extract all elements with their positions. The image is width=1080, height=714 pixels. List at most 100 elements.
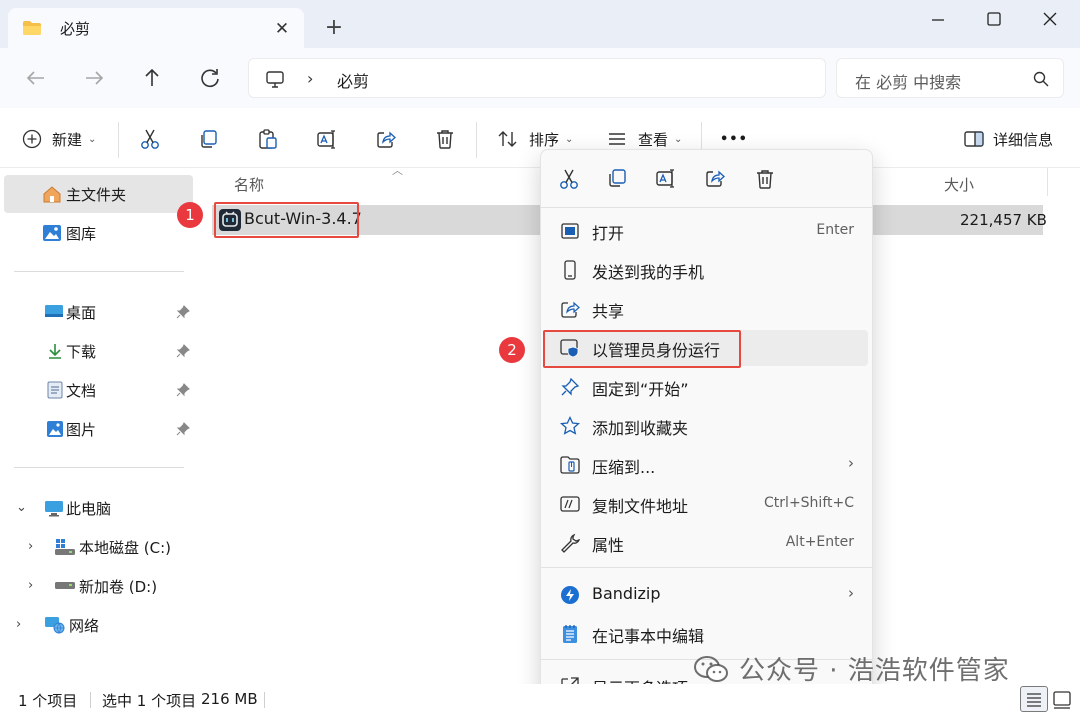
search-box[interactable]: 在 必剪 中搜索 [836,58,1064,98]
large-icons-view-button[interactable] [1052,690,1072,710]
details-pane-button[interactable]: 详细信息 [963,126,1053,152]
column-header-size[interactable]: 大小 [944,174,974,195]
sidebar-item-label: 此电脑 [66,500,112,518]
delete-button[interactable] [434,126,456,152]
menu-item-share[interactable]: 共享 [545,291,868,327]
pin-icon [560,377,580,397]
cut-button[interactable] [139,126,161,152]
menu-item-label: 固定到“开始” [592,380,689,399]
new-button[interactable]: 新建 ⌄ [22,126,96,152]
star-icon [560,416,580,436]
tab-bijian[interactable]: 必剪 ✕ [8,8,304,48]
sidebar-item-this-pc[interactable]: ⌄ 此电脑 [4,489,193,527]
system-drive-icon [54,538,76,556]
search-icon [1033,71,1049,87]
address-bar[interactable]: › 必剪 [248,58,826,98]
tab-close-icon[interactable]: ✕ [272,19,292,39]
chevron-right-icon[interactable]: › [28,539,33,554]
menu-item-compress-to[interactable]: 压缩到... › [545,447,868,483]
cut-icon[interactable] [556,166,582,192]
menu-item-label: 打开 [592,224,625,243]
menu-item-properties[interactable]: 属性 Alt+Enter [545,525,868,561]
trash-icon[interactable] [752,166,778,192]
menu-item-open[interactable]: 打开 Enter [545,213,868,249]
menu-item-label: 压缩到... [592,458,656,477]
pin-icon[interactable] [176,305,190,319]
sidebar-item-gallery[interactable]: 图库 [4,214,193,252]
sidebar-item-documents[interactable]: 文档 [4,371,193,409]
pin-icon[interactable] [176,344,190,358]
refresh-icon[interactable] [196,64,224,92]
sidebar-item-home[interactable]: 主文件夹 [4,175,193,213]
rename-icon[interactable] [654,166,680,192]
menu-item-send-to-phone[interactable]: 发送到我的手机 [545,252,868,288]
chevron-down-icon[interactable]: ⌄ [16,500,27,515]
back-arrow-icon[interactable] [22,64,50,92]
menu-item-edit-in-notepad[interactable]: 在记事本中编辑 [545,616,868,652]
menu-item-label: 在记事本中编辑 [592,627,705,646]
sidebar-item-drive-d[interactable]: › 新加卷 (D:) [4,567,193,605]
clipboard-icon [257,128,279,150]
new-tab-button[interactable]: + [322,16,346,40]
menu-shortcut: Enter [816,222,854,238]
rename-button[interactable] [316,126,338,152]
toolbar-divider [118,122,119,158]
details-pane-icon [963,128,985,150]
toolbar-divider [476,122,477,158]
rename-icon [316,128,338,150]
phone-icon [560,260,580,280]
column-header-name[interactable]: 名称 [234,174,264,195]
sidebar-item-label: 图库 [66,225,97,243]
search-placeholder: 在 必剪 中搜索 [855,73,962,92]
maximize-button[interactable] [978,8,1008,32]
sidebar-item-network[interactable]: › 网络 [4,606,193,644]
sidebar-item-drive-c[interactable]: › 本地磁盘 (C:) [4,528,193,566]
status-size: 216 MB [201,690,258,708]
menu-item-label: Bandizip [592,584,661,603]
menu-item-bandizip[interactable]: Bandizip › [545,577,868,613]
minimize-button[interactable] [922,8,952,32]
drive-icon [54,581,76,591]
highlight-box-run-as-admin [543,330,741,368]
view-label: 查看 [638,130,669,149]
share-button[interactable] [375,126,397,152]
sidebar-item-label: 文档 [66,382,97,400]
context-menu: 打开 Enter 发送到我的手机 共享 以管理员身份运行 固定到“开始” 添加到… [540,149,873,709]
copy-icon[interactable] [605,166,631,192]
close-window-button[interactable] [1034,8,1064,32]
pin-icon[interactable] [176,383,190,397]
network-icon [44,616,66,634]
menu-shortcut: Alt+Enter [785,534,854,550]
copy-button[interactable] [198,126,220,152]
menu-item-copy-path[interactable]: 复制文件地址 Ctrl+Shift+C [545,486,868,522]
sidebar-item-label: 主文件夹 [66,186,127,204]
up-arrow-icon[interactable] [138,64,166,92]
pin-icon[interactable] [176,422,190,436]
chevron-right-icon[interactable]: › [16,617,21,632]
menu-divider [541,567,872,568]
menu-item-label: 添加到收藏夹 [592,419,689,438]
home-icon [42,185,62,203]
sidebar-item-desktop[interactable]: 桌面 [4,293,193,331]
chevron-down-icon: ⌄ [565,133,574,145]
paste-button[interactable] [257,126,279,152]
menu-item-pin-to-start[interactable]: 固定到“开始” [545,369,868,405]
computer-icon [44,499,64,517]
breadcrumb-current[interactable]: 必剪 [337,68,369,92]
wrench-icon [560,533,580,553]
plus-circle-icon [22,129,42,149]
forward-arrow-icon[interactable] [80,64,108,92]
monitor-icon [265,69,285,89]
sidebar-item-label: 桌面 [66,304,97,322]
menu-item-add-to-favorites[interactable]: 添加到收藏夹 [545,408,868,444]
column-divider[interactable] [1047,168,1048,196]
chevron-right-icon[interactable]: › [28,578,33,593]
status-selected: 选中 1 个项目 [102,692,197,710]
share-icon[interactable] [703,166,729,192]
status-divider [90,692,91,708]
details-view-button[interactable] [1020,686,1048,712]
trash-icon [434,128,456,150]
sidebar-item-downloads[interactable]: 下载 [4,332,193,370]
sidebar-item-pictures[interactable]: 图片 [4,410,193,448]
share-icon [375,128,397,150]
